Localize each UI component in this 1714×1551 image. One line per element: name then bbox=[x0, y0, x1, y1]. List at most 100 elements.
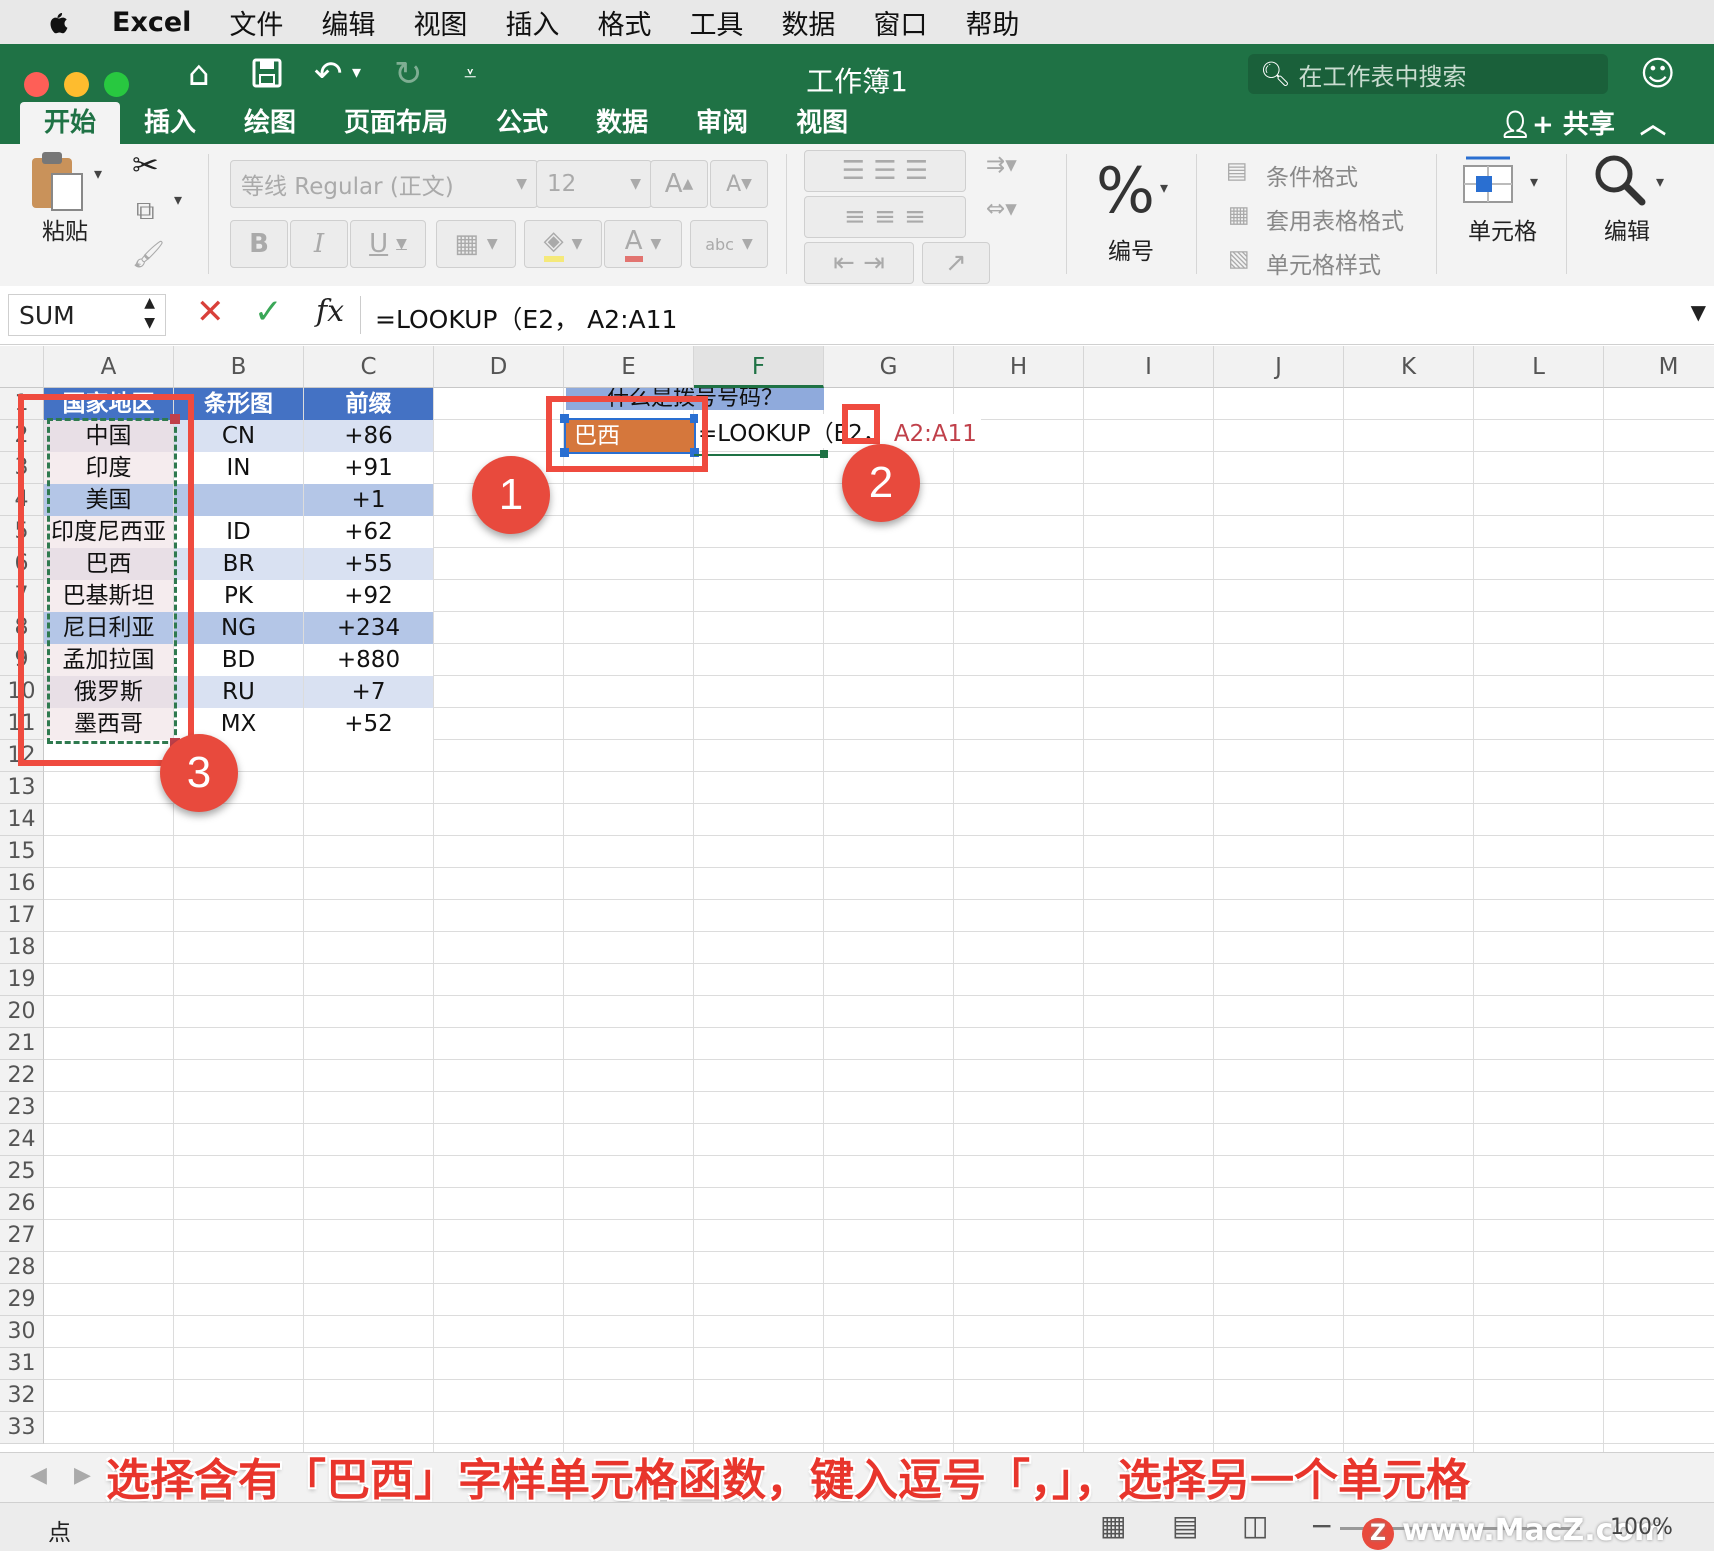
conditional-format-button[interactable]: 条件格式 bbox=[1266, 158, 1358, 192]
zoom-level[interactable]: 100% bbox=[1610, 1515, 1673, 1540]
row-header-24[interactable]: 24 bbox=[0, 1124, 44, 1156]
prefix-cell[interactable]: +91 bbox=[304, 452, 433, 484]
row-header-29[interactable]: 29 bbox=[0, 1284, 44, 1316]
prefix-cell[interactable]: +62 bbox=[304, 516, 433, 548]
prefix-cell[interactable]: +55 bbox=[304, 548, 433, 580]
prefix-cell[interactable]: +92 bbox=[304, 580, 433, 612]
tab-insert[interactable]: 插入 bbox=[120, 102, 220, 144]
menu-data[interactable]: 数据 bbox=[781, 3, 835, 42]
tab-review[interactable]: 审阅 bbox=[672, 102, 772, 144]
font-color-button[interactable]: A ▼ bbox=[604, 220, 682, 268]
fill-handle[interactable] bbox=[820, 450, 828, 458]
percent-icon[interactable]: % bbox=[1096, 154, 1155, 227]
menu-help[interactable]: 帮助 bbox=[965, 3, 1019, 42]
number-dropdown-icon[interactable]: ▾ bbox=[1160, 178, 1168, 197]
cells-icon[interactable] bbox=[1460, 154, 1516, 206]
row-header-19[interactable]: 19 bbox=[0, 964, 44, 996]
cell-styles-button[interactable]: 单元格样式 bbox=[1266, 246, 1381, 280]
row-header-16[interactable]: 16 bbox=[0, 868, 44, 900]
column-header-e[interactable]: E bbox=[564, 346, 694, 388]
row-header-18[interactable]: 18 bbox=[0, 932, 44, 964]
column-header-d[interactable]: D bbox=[434, 346, 564, 388]
prefix-cell[interactable]: +234 bbox=[304, 612, 433, 644]
confirm-check-icon[interactable]: ✓ bbox=[254, 292, 283, 332]
row-header-15[interactable]: 15 bbox=[0, 836, 44, 868]
paste-dropdown-icon[interactable]: ▾ bbox=[94, 164, 102, 183]
menu-edit[interactable]: 编辑 bbox=[321, 3, 375, 42]
row-header-13[interactable]: 13 bbox=[0, 772, 44, 804]
copy-dropdown-icon[interactable]: ▾ bbox=[174, 190, 182, 209]
tab-draw[interactable]: 绘图 bbox=[220, 102, 320, 144]
paste-icon[interactable] bbox=[26, 150, 86, 214]
normal-view-icon[interactable]: ▦ bbox=[1100, 1509, 1126, 1542]
expand-formula-icon[interactable]: ▼ bbox=[1691, 300, 1706, 324]
row-header-27[interactable]: 27 bbox=[0, 1220, 44, 1252]
font-name-dropdown[interactable]: 等线 Regular (正文) ▼ bbox=[230, 160, 538, 208]
fill-color-button[interactable]: ◈ ▼ bbox=[524, 220, 602, 268]
row-header-32[interactable]: 32 bbox=[0, 1380, 44, 1412]
prefix-cell[interactable]: +880 bbox=[304, 644, 433, 676]
feedback-smiley-icon[interactable]: ☺ bbox=[1640, 54, 1675, 94]
search-input[interactable]: 🔍︎ 在工作表中搜索 bbox=[1248, 54, 1608, 94]
underline-button[interactable]: U ▼ bbox=[350, 220, 426, 268]
tab-page-layout[interactable]: 页面布局 bbox=[320, 102, 472, 144]
prefix-cell[interactable]: +1 bbox=[304, 484, 433, 516]
wrap-text-icon[interactable]: ⇉▾ bbox=[986, 152, 1017, 178]
column-header-g[interactable]: G bbox=[824, 346, 954, 388]
menu-app-excel[interactable]: Excel bbox=[112, 7, 191, 38]
menu-format[interactable]: 格式 bbox=[597, 3, 651, 42]
page-break-view-icon[interactable]: ◫ bbox=[1242, 1509, 1268, 1542]
cut-scissors-icon[interactable]: ✂ bbox=[132, 146, 159, 184]
tab-formulas[interactable]: 公式 bbox=[472, 102, 572, 144]
increase-font-size-button[interactable]: A ▲ bbox=[650, 160, 708, 208]
cells-dropdown-icon[interactable]: ▾ bbox=[1530, 172, 1538, 191]
in-cell-formula[interactable]: =LOOKUP（E2， A2:A11 bbox=[698, 414, 981, 448]
column-header-c[interactable]: C bbox=[304, 346, 434, 388]
bold-button[interactable]: B bbox=[230, 220, 288, 268]
column-header-m[interactable]: M bbox=[1604, 346, 1714, 388]
menu-window[interactable]: 窗口 bbox=[873, 3, 927, 42]
row-header-21[interactable]: 21 bbox=[0, 1028, 44, 1060]
row-header-26[interactable]: 26 bbox=[0, 1188, 44, 1220]
column-header-h[interactable]: H bbox=[954, 346, 1084, 388]
row-header-31[interactable]: 31 bbox=[0, 1348, 44, 1380]
scroll-right-icon[interactable]: ▶ bbox=[74, 1463, 91, 1488]
apple-icon[interactable] bbox=[42, 7, 72, 37]
italic-button[interactable]: I bbox=[290, 220, 348, 268]
horizontal-alignment-group[interactable]: ≡ ≡ ≡ bbox=[804, 196, 966, 238]
name-box[interactable]: SUM ▲ ▼ bbox=[8, 294, 166, 336]
scroll-left-icon[interactable]: ◀ bbox=[30, 1463, 47, 1488]
select-all-corner[interactable] bbox=[0, 346, 44, 388]
borders-button[interactable]: ▦ ▼ bbox=[436, 220, 516, 268]
tab-data[interactable]: 数据 bbox=[572, 102, 672, 144]
column-header-j[interactable]: J bbox=[1214, 346, 1344, 388]
column-header-l[interactable]: L bbox=[1474, 346, 1604, 388]
menu-insert[interactable]: 插入 bbox=[505, 3, 559, 42]
magnifier-icon[interactable] bbox=[1590, 150, 1650, 210]
menu-file[interactable]: 文件 bbox=[229, 3, 283, 42]
menu-view[interactable]: 视图 bbox=[413, 3, 467, 42]
share-button[interactable]: 👤︎+ 共享 ︿ bbox=[1499, 104, 1666, 141]
zoom-out-icon[interactable]: − bbox=[1310, 1509, 1333, 1542]
prefix-cell[interactable]: +7 bbox=[304, 676, 433, 708]
row-header-17[interactable]: 17 bbox=[0, 900, 44, 932]
copy-icon[interactable]: ⧉ bbox=[136, 196, 155, 227]
row-header-14[interactable]: 14 bbox=[0, 804, 44, 836]
edit-dropdown-icon[interactable]: ▾ bbox=[1656, 172, 1664, 191]
tab-view[interactable]: 视图 bbox=[772, 102, 872, 144]
column-header-a[interactable]: A bbox=[44, 346, 174, 388]
column-header-f[interactable]: F bbox=[694, 346, 824, 388]
worksheet-grid[interactable]: ABCDEFGHIJKLM 1 2 3 4 5 6 7 8 9 10 11 12 13 14 15 16 17 1… bbox=[0, 346, 1714, 1452]
table-header-cell[interactable]: 前缀 bbox=[304, 388, 433, 420]
menu-tools[interactable]: 工具 bbox=[689, 3, 743, 42]
row-header-28[interactable]: 28 bbox=[0, 1252, 44, 1284]
formula-input[interactable]: =LOOKUP（E2， A2:A11 bbox=[375, 300, 677, 336]
row-header-33[interactable]: 33 bbox=[0, 1412, 44, 1444]
column-header-b[interactable]: B bbox=[174, 346, 304, 388]
row-header-25[interactable]: 25 bbox=[0, 1156, 44, 1188]
table-format-button[interactable]: 套用表格格式 bbox=[1266, 202, 1404, 236]
format-painter-icon[interactable]: 🖌︎ bbox=[132, 240, 165, 270]
prefix-cell[interactable]: +52 bbox=[304, 708, 433, 740]
phonetic-button[interactable]: abc ▼ bbox=[690, 220, 768, 268]
column-header-k[interactable]: K bbox=[1344, 346, 1474, 388]
